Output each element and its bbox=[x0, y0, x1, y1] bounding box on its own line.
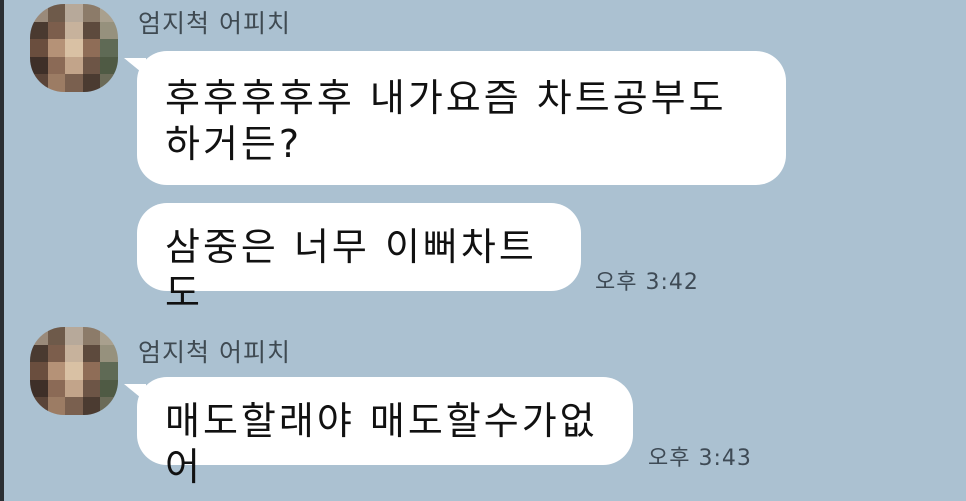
message-text: 매도할래야 매도할수가없어 bbox=[165, 399, 598, 489]
message-time: 오후 3:42 bbox=[595, 270, 699, 295]
sender-name: 엄지척 어피치 bbox=[138, 9, 291, 38]
message-bubble[interactable]: 매도할래야 매도할수가없어 bbox=[137, 377, 633, 489]
window-edge bbox=[0, 0, 4, 501]
avatar[interactable] bbox=[30, 327, 118, 415]
message-text: 삼중은 너무 이뻐차트도 bbox=[165, 225, 537, 315]
sender-name: 엄지척 어피치 bbox=[138, 338, 291, 367]
message-bubble[interactable]: 삼중은 너무 이뻐차트도 bbox=[137, 203, 581, 315]
message-text: 후후후후후 내가요즘 차트공부도 하거든? bbox=[165, 76, 727, 166]
message-bubble[interactable]: 후후후후후 내가요즘 차트공부도 하거든? bbox=[137, 51, 786, 185]
message-time: 오후 3:43 bbox=[648, 446, 752, 471]
avatar[interactable] bbox=[30, 4, 118, 92]
